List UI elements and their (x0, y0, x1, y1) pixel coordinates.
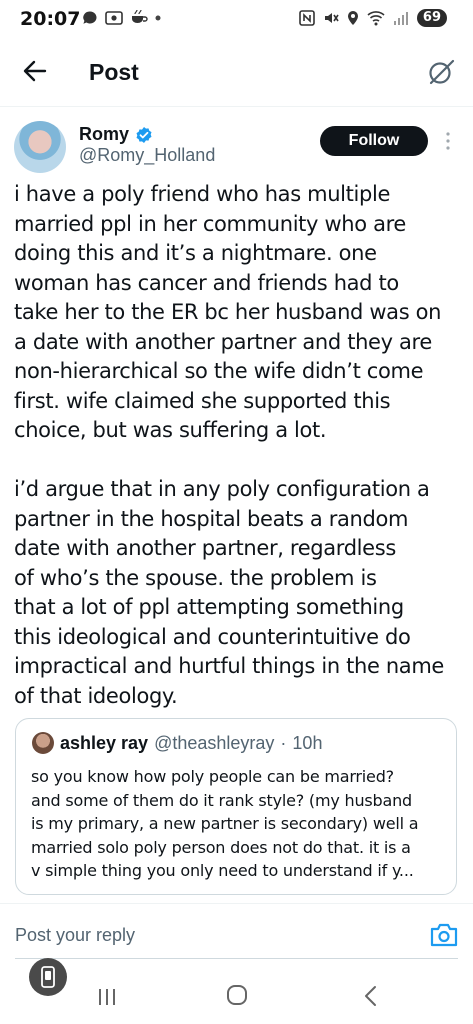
battery-level: 69 (416, 9, 447, 27)
quoted-author-row: ashley ray @theashleyray · 10h (60, 733, 322, 754)
dot-icon (155, 15, 161, 21)
status-bar: 20:07 69 (0, 0, 473, 42)
author-avatar[interactable] (14, 121, 66, 173)
wifi-icon (367, 11, 385, 26)
system-icons: 69 (299, 9, 447, 27)
screenshot-icon (105, 11, 123, 25)
nav-back-icon[interactable] (362, 985, 380, 1007)
notification-icons (82, 10, 161, 26)
recents-icon[interactable] (96, 986, 118, 1008)
home-icon[interactable] (226, 984, 248, 1006)
system-nav-bar (0, 980, 473, 1024)
quoted-post-text: so you know how poly people can be marri… (31, 767, 419, 880)
verified-badge-icon (136, 126, 152, 143)
post-text: i have a poly friend who has multiple ma… (14, 182, 444, 708)
quoted-post[interactable]: ashley ray @theashleyray · 10h so you kn… (15, 718, 457, 895)
vertical-dots-icon[interactable] (444, 131, 452, 151)
follow-button[interactable]: Follow (320, 126, 428, 156)
author-name[interactable]: Romy (79, 124, 129, 145)
author-handle[interactable]: @Romy_Holland (79, 145, 215, 166)
teacup-icon (132, 10, 148, 23)
quoted-author-avatar (32, 732, 54, 754)
reply-input[interactable]: Post your reply (15, 925, 135, 946)
quoted-separator: · (280, 733, 287, 753)
mute-icon (324, 13, 339, 23)
message-bubble-icon (83, 11, 97, 24)
page-title: Post (89, 59, 139, 85)
author-name-row[interactable]: Romy (79, 124, 153, 145)
reply-divider (0, 903, 473, 904)
quoted-author-name: ashley ray (60, 733, 149, 753)
signal-icon (393, 12, 408, 25)
top-app-bar: Post (0, 44, 473, 102)
reply-underline (15, 958, 458, 959)
grok-icon[interactable] (427, 58, 455, 86)
nfc-icon (299, 10, 315, 26)
status-time: 20:07 (20, 8, 81, 30)
location-icon (347, 11, 358, 25)
header-divider (0, 106, 473, 107)
quoted-timestamp: 10h (292, 733, 323, 753)
arrow-left-icon[interactable] (22, 58, 48, 84)
quoted-author-handle: @theashleyray (154, 733, 275, 753)
camera-icon[interactable] (430, 922, 458, 948)
